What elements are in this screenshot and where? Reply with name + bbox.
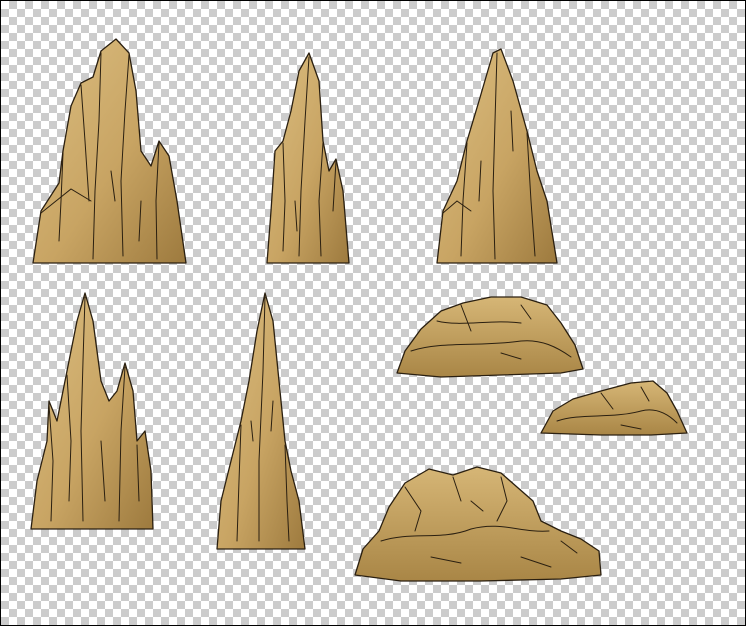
- rock-boulder-flat: [396, 296, 584, 378]
- rock-spire-tall-narrow: [266, 52, 350, 264]
- rock-spire-cone: [436, 48, 558, 264]
- rock-rubble-pile: [354, 466, 602, 582]
- rock-spire-cluster-large: [32, 38, 187, 264]
- sprite-sheet: [30, 38, 688, 582]
- sprite-sheet-canvas: [0, 0, 746, 626]
- rock-spire-cluster-jagged: [30, 292, 154, 530]
- rock-boulder-small: [540, 380, 688, 436]
- rock-spire-needle: [216, 292, 306, 550]
